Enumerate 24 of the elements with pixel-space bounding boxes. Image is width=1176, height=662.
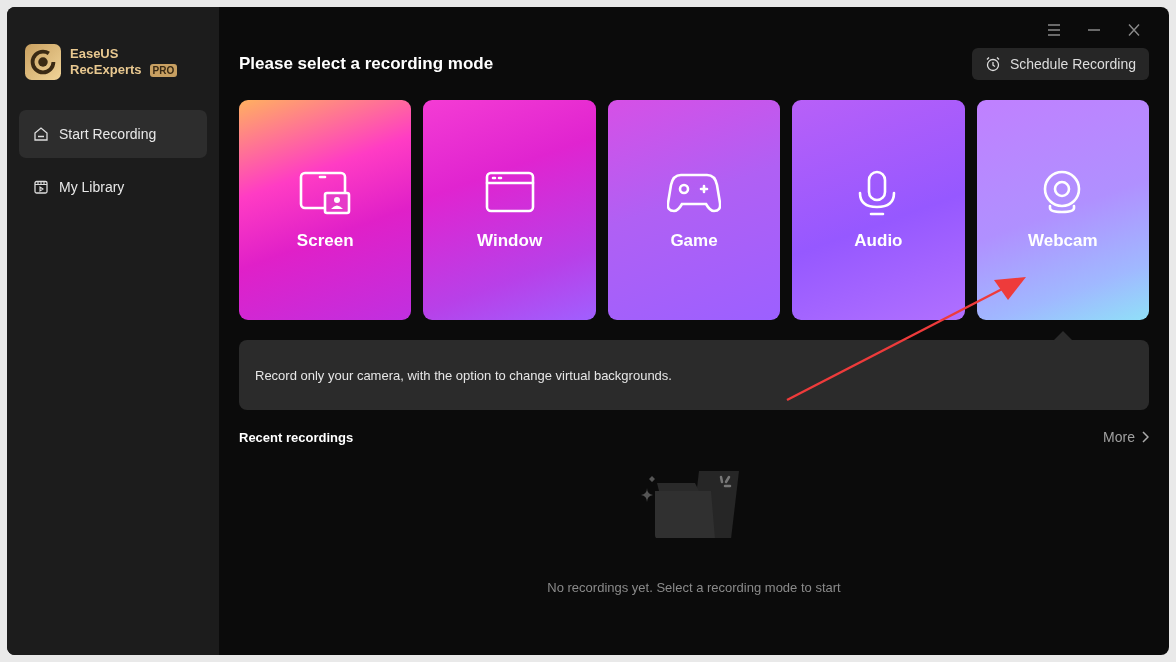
mode-card[interactable]: Screen [239,100,412,320]
close-icon[interactable] [1127,24,1141,36]
app-name: RecExperts [70,62,142,78]
sidebar-item[interactable]: My Library [19,163,207,211]
pro-badge: PRO [149,63,178,77]
app-name: EaseUS [70,46,120,62]
sidebar-item[interactable]: Start Recording [19,110,207,158]
home-icon [33,126,49,142]
mode-card[interactable]: Audio [792,100,965,320]
monitor-person-icon [298,169,353,217]
mode-card[interactable]: Window [423,100,596,320]
menu-icon[interactable] [1047,24,1061,36]
schedule-recording-button[interactable]: Schedule Recording [971,48,1149,80]
mode-card[interactable]: Game [607,100,781,320]
section-title: Recent recordings [239,429,354,445]
more-link[interactable]: More [1103,429,1149,445]
page-title: Please select a recording mode [239,54,494,74]
chevron-right-icon [1141,431,1149,443]
mode-card[interactable]: Webcam [976,100,1150,320]
mode-description: Record only your camera, with the option to change virtual backgrounds. [239,340,1149,410]
clapperboard-icon [33,179,49,195]
empty-message: No recordings yet. Select a recording mode to start [547,580,841,595]
app-logo-icon [25,44,61,80]
alarm-clock-icon [984,56,1001,72]
